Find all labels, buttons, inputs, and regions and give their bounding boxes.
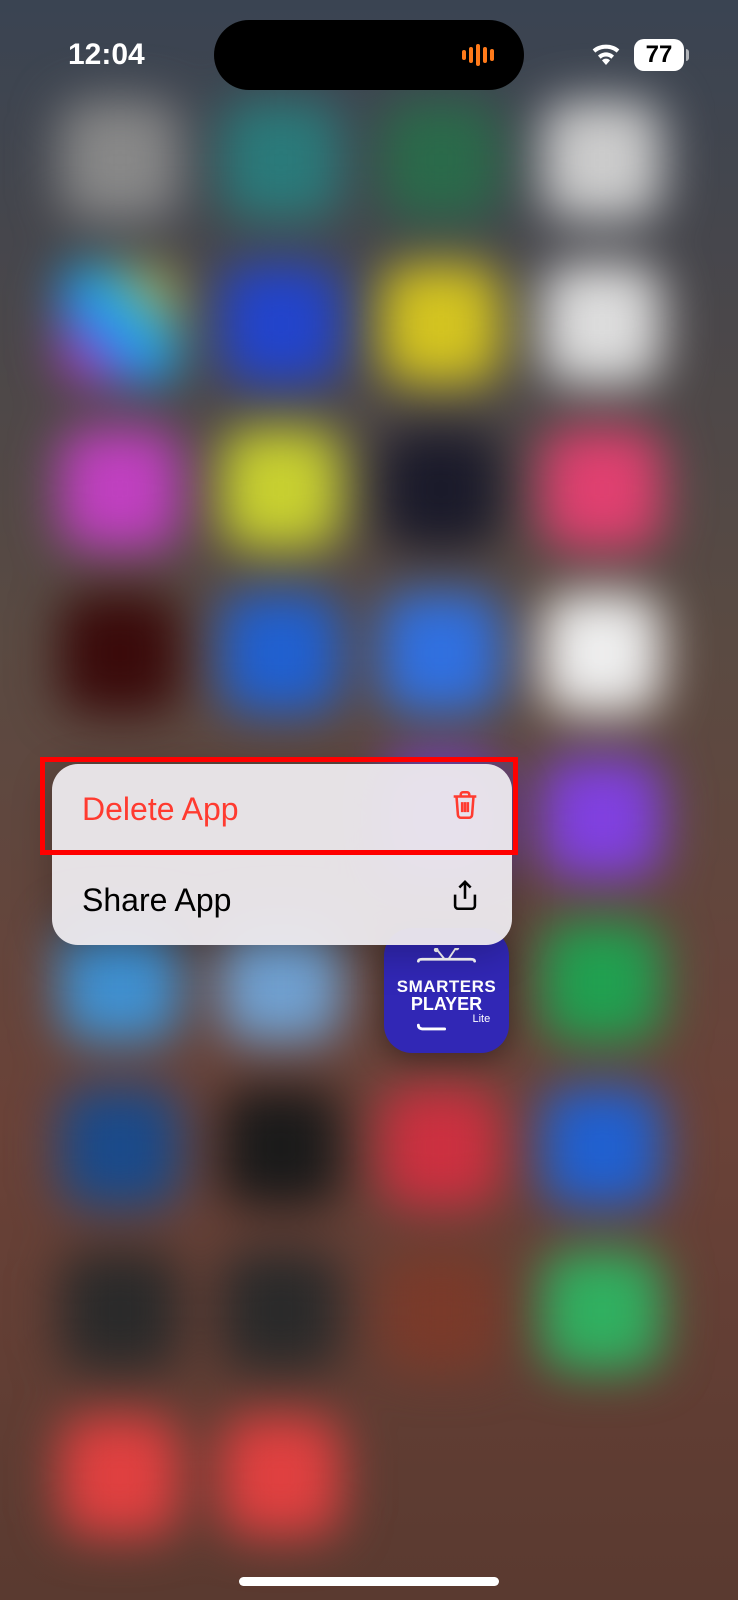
wifi-icon <box>590 41 622 70</box>
delete-app-menu-item[interactable]: Delete App <box>52 764 512 854</box>
dynamic-island[interactable] <box>214 20 524 90</box>
trash-icon <box>448 788 482 830</box>
share-app-label: Share App <box>82 882 231 919</box>
status-time: 12:04 <box>68 38 145 72</box>
tv-bottom-icon <box>409 1023 484 1033</box>
app-name-line2: PLAYER <box>411 995 482 1013</box>
app-context-menu: Delete App Share App <box>52 764 512 945</box>
share-app-menu-item[interactable]: Share App <box>52 854 512 945</box>
tv-icon <box>409 948 484 978</box>
focused-app-icon[interactable]: SMARTERS PLAYER Lite <box>384 928 509 1053</box>
share-icon <box>448 879 482 921</box>
app-name-line1: SMARTERS <box>397 978 496 995</box>
battery-indicator: 77 <box>634 39 684 71</box>
audio-activity-icon <box>462 44 494 66</box>
delete-app-label: Delete App <box>82 791 239 828</box>
home-indicator[interactable] <box>239 1577 499 1586</box>
status-bar: 12:04 77 <box>0 30 738 80</box>
